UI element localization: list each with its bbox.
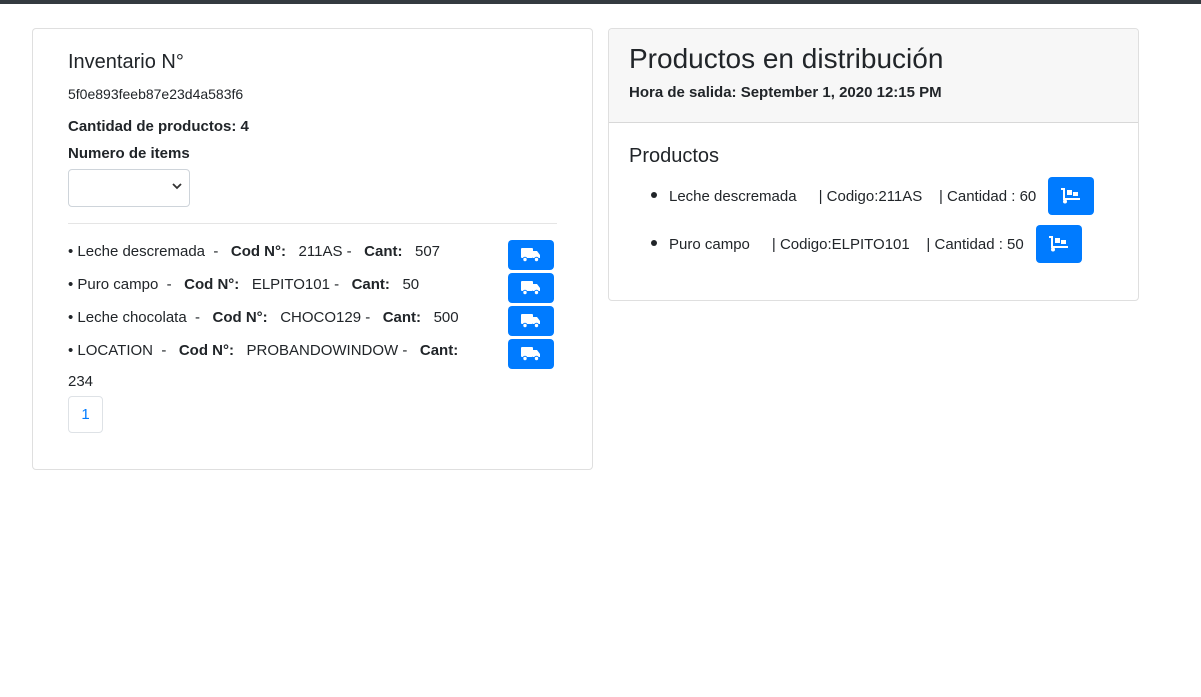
product-count: Cantidad de productos: 4 [68,118,249,135]
inventory-item: • Puro campo - Cod N°: ELPITO101 - Cant:… [68,273,558,306]
inventory-card: Inventario N° 5f0e893feeb87e23d4a583f6 C… [32,28,593,470]
distribution-item: Leche descremada | Codigo:211AS | Cantida… [629,177,1095,226]
products-title: Productos [629,145,720,167]
truck-icon [521,314,540,328]
inventory-id: 5f0e893feeb87e23d4a583f6 [68,86,244,102]
truck-icon [521,281,540,295]
code-label: Cod N°: [230,243,287,260]
truck-icon [521,248,540,262]
item-name: Puro campo [77,276,159,293]
distribution-card: Productos en distribución Hora de salida… [608,28,1139,301]
items-count-select[interactable] [68,169,190,207]
dolly-icon [1061,188,1081,204]
item-code: | Codigo:ELPITO101 [771,236,910,253]
unload-button[interactable] [1048,177,1095,216]
items-count-label: Numero de items [68,145,190,162]
distribution-header: Productos en distribución Hora de salida… [609,29,1138,123]
item-qty: | Cantidad : 60 [938,188,1037,205]
qty-label: Cant: [382,309,422,326]
send-to-distribution-button[interactable] [508,339,554,369]
bullet [651,240,657,247]
send-to-distribution-button[interactable] [508,273,554,303]
item-code: 211AS [298,243,343,260]
inventory-list: • Leche descremada - Cod N°: 211AS - Can… [68,240,558,372]
item-code: | Codigo:211AS [818,188,923,205]
qty-label: Cant: [419,342,459,359]
item-qty: 50 [402,276,420,293]
distribution-title: Productos en distribución [629,43,944,74]
send-to-distribution-button[interactable] [508,240,554,270]
code-label: Cod N°: [178,342,234,359]
item-name: Leche descremada [77,243,206,260]
pagination-page[interactable]: 1 [68,396,103,433]
qty-label: Cant: [364,243,403,260]
unload-button[interactable] [1035,225,1082,264]
item-code: ELPITO101 [251,276,330,293]
item-code: CHOCO129 [280,309,362,326]
dolly-icon [1048,236,1068,252]
item-qty: 500 [433,309,459,326]
chevron-down-icon [171,180,183,195]
distribution-list: Leche descremada | Codigo:211AS | Cantida… [629,177,1095,274]
item-code: PROBANDOWINDOW [246,342,399,359]
item-name: Leche descremada [669,188,797,205]
inventory-item: • Leche chocolata - Cod N°: CHOCO129 - C… [68,306,558,339]
top-navbar [0,0,1201,4]
item-qty: | Cantidad : 50 [926,236,1024,253]
inventory-item: • Leche descremada - Cod N°: 211AS - Can… [68,240,558,273]
item-name: Puro campo [669,236,750,253]
item-qty: 507 [414,243,441,260]
inventory-title: Inventario N° [68,51,184,73]
item-qty: 234 [68,373,94,390]
bullet [651,192,657,199]
divider [68,223,557,224]
item-name: LOCATION [77,342,153,359]
distribution-item: Puro campo | Codigo:ELPITO101 | Cantidad … [629,225,1094,274]
item-name: Leche chocolata [77,309,187,326]
inventory-item: • LOCATION - Cod N°: PROBANDOWINDOW - Ca… [68,339,558,372]
code-label: Cod N°: [212,309,268,326]
truck-icon [521,347,540,361]
code-label: Cod N°: [184,276,240,293]
departure-time: Hora de salida: September 1, 2020 12:15 … [629,84,942,101]
send-to-distribution-button[interactable] [508,306,554,336]
qty-label: Cant: [351,276,390,293]
